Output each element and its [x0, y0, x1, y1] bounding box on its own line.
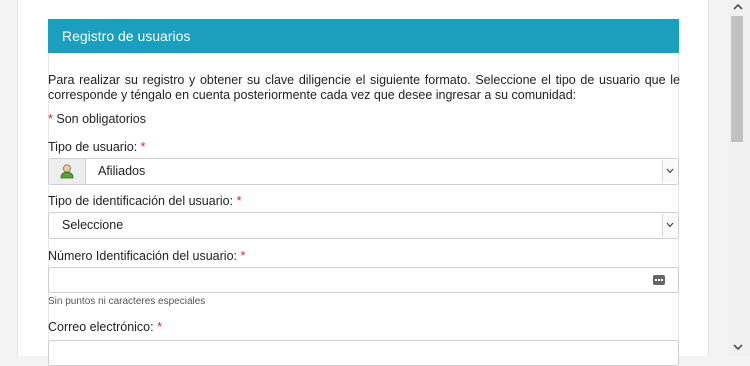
required-star: * [140, 140, 146, 154]
chevron-down-icon[interactable] [662, 160, 677, 183]
required-star: * [236, 194, 242, 208]
panel-title: Registro de usuarios [48, 19, 679, 53]
id-number-hint: Sin puntos ni caracteres especiales [48, 296, 206, 307]
id-number-label-text: Número Identificación del usuario: [48, 249, 237, 263]
scrollbar-thumb[interactable] [731, 16, 743, 142]
required-note: * Son obligatorios [48, 112, 146, 126]
chevron-down-icon[interactable] [662, 214, 677, 237]
id-type-label-text: Tipo de identificación del usuario: [48, 194, 234, 208]
user-type-value: Afiliados [98, 164, 146, 178]
user-icon [49, 159, 86, 184]
id-type-select[interactable]: Seleccione [48, 212, 679, 239]
id-type-label: Tipo de identificación del usuario: * [48, 194, 241, 208]
user-type-select[interactable]: Afiliados [48, 158, 679, 185]
keyboard-icon[interactable] [653, 275, 665, 285]
required-note-text: Son obligatorios [56, 112, 147, 126]
user-type-label: Tipo de usuario: * [48, 140, 146, 154]
email-label-text: Correo electrónico: [48, 320, 154, 334]
required-star: * [240, 249, 246, 263]
intro-text: Para realizar su registro y obtener su c… [48, 73, 680, 102]
scroll-up-icon[interactable] [728, 0, 750, 14]
scroll-down-icon[interactable] [728, 340, 750, 354]
email-input[interactable] [48, 340, 679, 366]
id-number-label: Número Identificación del usuario: * [48, 249, 245, 263]
id-number-input[interactable] [48, 267, 679, 293]
user-type-label-text: Tipo de usuario: [48, 140, 138, 154]
required-star: * [157, 320, 162, 334]
id-type-value: Seleccione [62, 218, 124, 232]
page-scrollbar[interactable] [728, 0, 750, 356]
email-label: Correo electrónico: * [48, 320, 162, 334]
required-star: * [48, 112, 53, 126]
